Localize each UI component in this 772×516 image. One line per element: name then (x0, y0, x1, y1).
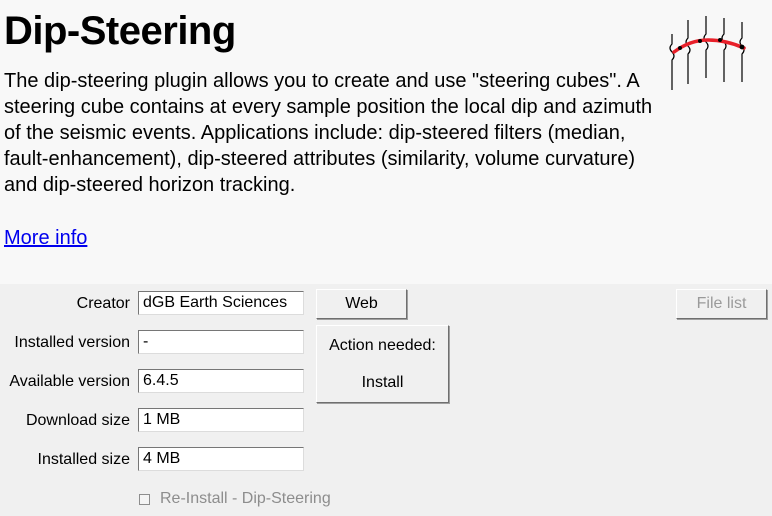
plugin-description-panel: Dip-Steering The dip-steering plugin all… (0, 0, 772, 284)
installed-version-field[interactable]: - (138, 330, 304, 354)
creator-label: Creator (76, 295, 130, 312)
plugin-description: The dip-steering plugin allows you to cr… (4, 70, 653, 196)
download-size-label: Download size (25, 412, 130, 429)
plugin-manager-window: Dip-Steering The dip-steering plugin all… (0, 0, 772, 516)
install-label: Install (361, 374, 404, 391)
available-version-field[interactable]: 6.4.5 (138, 369, 304, 393)
reinstall-checkbox[interactable] (139, 493, 150, 505)
install-button[interactable]: Action needed: Install (316, 325, 449, 403)
reinstall-label: Re-Install - Dip-Steering (160, 490, 331, 507)
web-button[interactable]: Web (316, 289, 407, 319)
creator-field[interactable]: dGB Earth Sciences (138, 291, 304, 315)
download-size-field[interactable]: 1 MB (138, 408, 304, 432)
action-needed-label: Action needed: (329, 337, 436, 354)
installed-size-field[interactable]: 4 MB (138, 447, 304, 471)
file-list-button[interactable]: File list (676, 289, 767, 319)
more-info-link[interactable]: More info (4, 225, 87, 251)
plugin-title: Dip-Steering (4, 9, 236, 53)
installed-version-label: Installed version (14, 334, 130, 351)
installed-size-label: Installed size (37, 451, 131, 468)
available-version-label: Available version (9, 373, 130, 390)
reinstall-option[interactable]: Re-Install - Dip-Steering (139, 489, 331, 509)
dip-steering-logo-icon (669, 16, 746, 90)
